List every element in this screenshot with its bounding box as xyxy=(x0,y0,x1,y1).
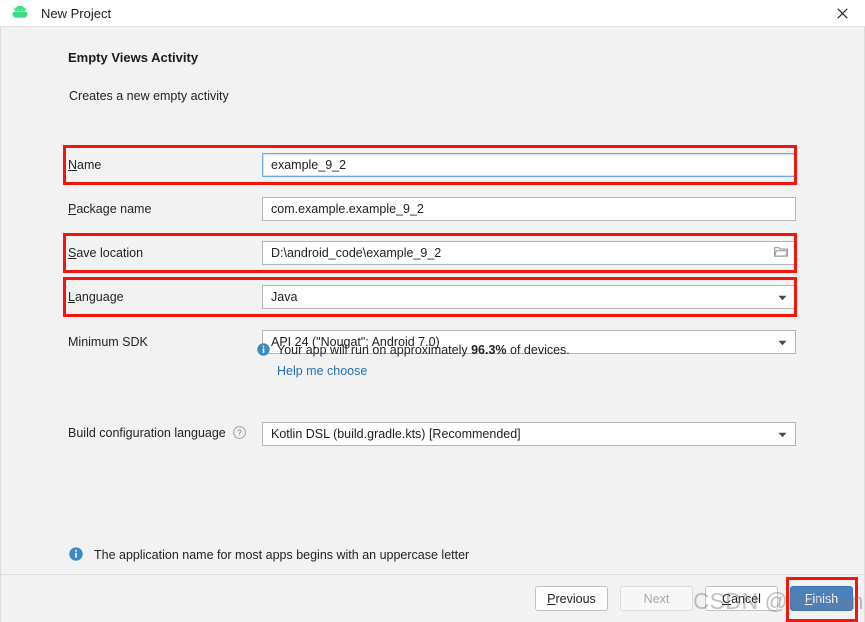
chevron-down-icon[interactable] xyxy=(778,290,787,304)
previous-button[interactable]: Previous xyxy=(535,586,608,611)
form-row-package-name: Package name com.example.example_9_2 xyxy=(68,197,796,221)
chevron-down-icon[interactable] xyxy=(778,335,787,349)
name-label-mnemonic: N xyxy=(68,158,78,172)
package-name-input[interactable]: com.example.example_9_2 xyxy=(262,197,796,221)
help-circle-icon[interactable]: ? xyxy=(232,426,246,442)
android-robot-icon xyxy=(12,5,28,21)
application-name-hint: The application name for most apps begin… xyxy=(69,546,469,564)
new-project-dialog: Empty Views Activity Creates a new empty… xyxy=(0,27,865,622)
name-label: Name xyxy=(68,158,262,172)
build-config-language-select[interactable]: Kotlin DSL (build.gradle.kts) [Recommend… xyxy=(262,422,796,446)
window-title: New Project xyxy=(41,5,112,21)
name-input[interactable]: example_9_2 xyxy=(262,153,796,177)
sdk-coverage-text-after: of devices. xyxy=(506,343,570,357)
language-label: Language xyxy=(68,290,262,304)
name-input-value: example_9_2 xyxy=(271,158,347,172)
cancel-button-mnemonic: C xyxy=(722,591,732,606)
window-title-bar: New Project xyxy=(0,0,865,27)
sdk-coverage-text: Your app will run on approximately 96.3%… xyxy=(277,342,570,359)
folder-icon[interactable] xyxy=(773,246,789,261)
form-row-build-config-language: Build configuration language? Kotlin DSL… xyxy=(68,422,796,446)
previous-button-rest: revious xyxy=(555,591,596,606)
build-config-language-label: Build configuration language? xyxy=(68,426,262,442)
help-me-choose-link[interactable]: Help me choose xyxy=(277,364,570,378)
language-label-mnemonic: L xyxy=(68,290,75,304)
build-config-language-label-text: Build configuration language xyxy=(68,426,226,440)
svg-text:?: ? xyxy=(237,428,242,438)
package-name-label-rest: ackage name xyxy=(76,202,152,216)
build-config-language-select-value: Kotlin DSL (build.gradle.kts) [Recommend… xyxy=(271,427,521,441)
package-name-label: Package name xyxy=(68,202,262,216)
sdk-coverage-info: Your app will run on approximately 96.3%… xyxy=(257,342,570,378)
save-location-input[interactable]: D:\android_code\example_9_2 xyxy=(262,241,796,265)
page-title: Empty Views Activity xyxy=(68,50,199,65)
close-icon xyxy=(836,8,848,19)
close-button[interactable] xyxy=(819,0,865,27)
dialog-content: Empty Views Activity Creates a new empty… xyxy=(1,27,864,574)
next-button-label: Next xyxy=(643,591,670,606)
previous-button-mnemonic: P xyxy=(547,591,556,606)
finish-button-rest: inish xyxy=(812,591,839,606)
application-name-hint-text: The application name for most apps begin… xyxy=(94,548,470,562)
language-label-rest: anguage xyxy=(74,290,124,304)
cancel-button-rest: ancel xyxy=(731,591,761,606)
finish-button-mnemonic: F xyxy=(804,591,813,606)
minimum-sdk-label: Minimum SDK xyxy=(68,335,148,349)
save-location-input-value: D:\android_code\example_9_2 xyxy=(271,246,442,260)
sdk-coverage-percent: 96.3% xyxy=(471,343,507,357)
form-row-language: Language Java xyxy=(68,285,796,309)
dialog-footer: Previous Next Cancel Finish xyxy=(1,574,864,622)
chevron-down-icon[interactable] xyxy=(778,427,787,441)
info-icon xyxy=(257,343,270,359)
form-row-name: Name example_9_2 xyxy=(68,153,796,177)
cancel-button[interactable]: Cancel xyxy=(705,586,778,611)
language-select-value: Java xyxy=(271,290,298,304)
sdk-coverage-text-before: Your app will run on approximately xyxy=(277,343,472,357)
language-select[interactable]: Java xyxy=(262,285,796,309)
next-button: Next xyxy=(620,586,693,611)
name-label-rest: ame xyxy=(77,158,102,172)
finish-button[interactable]: Finish xyxy=(790,586,853,611)
info-icon xyxy=(69,547,83,564)
package-name-input-value: com.example.example_9_2 xyxy=(271,202,424,216)
save-location-label-rest: ave location xyxy=(76,246,144,260)
save-location-label: Save location xyxy=(68,246,262,260)
page-subtitle: Creates a new empty activity xyxy=(69,89,229,103)
form-row-save-location: Save location D:\android_code\example_9_… xyxy=(68,241,796,265)
